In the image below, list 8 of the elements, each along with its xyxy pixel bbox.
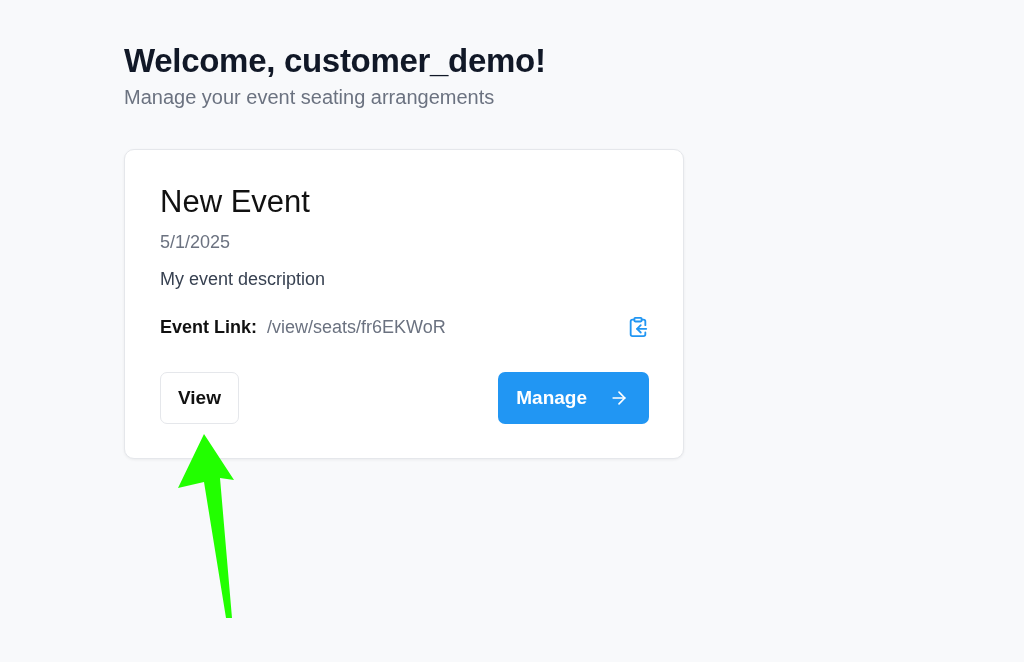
view-button[interactable]: View	[160, 372, 239, 424]
welcome-heading: Welcome, customer_demo!	[124, 42, 547, 80]
event-link-label: Event Link:	[160, 316, 257, 338]
welcome-subtitle: Manage your event seating arrangements	[124, 86, 496, 109]
event-description: My event description	[160, 269, 327, 290]
event-title: New Event	[160, 184, 311, 220]
event-date: 5/1/2025	[160, 232, 232, 253]
copy-link-icon[interactable]	[627, 316, 649, 338]
